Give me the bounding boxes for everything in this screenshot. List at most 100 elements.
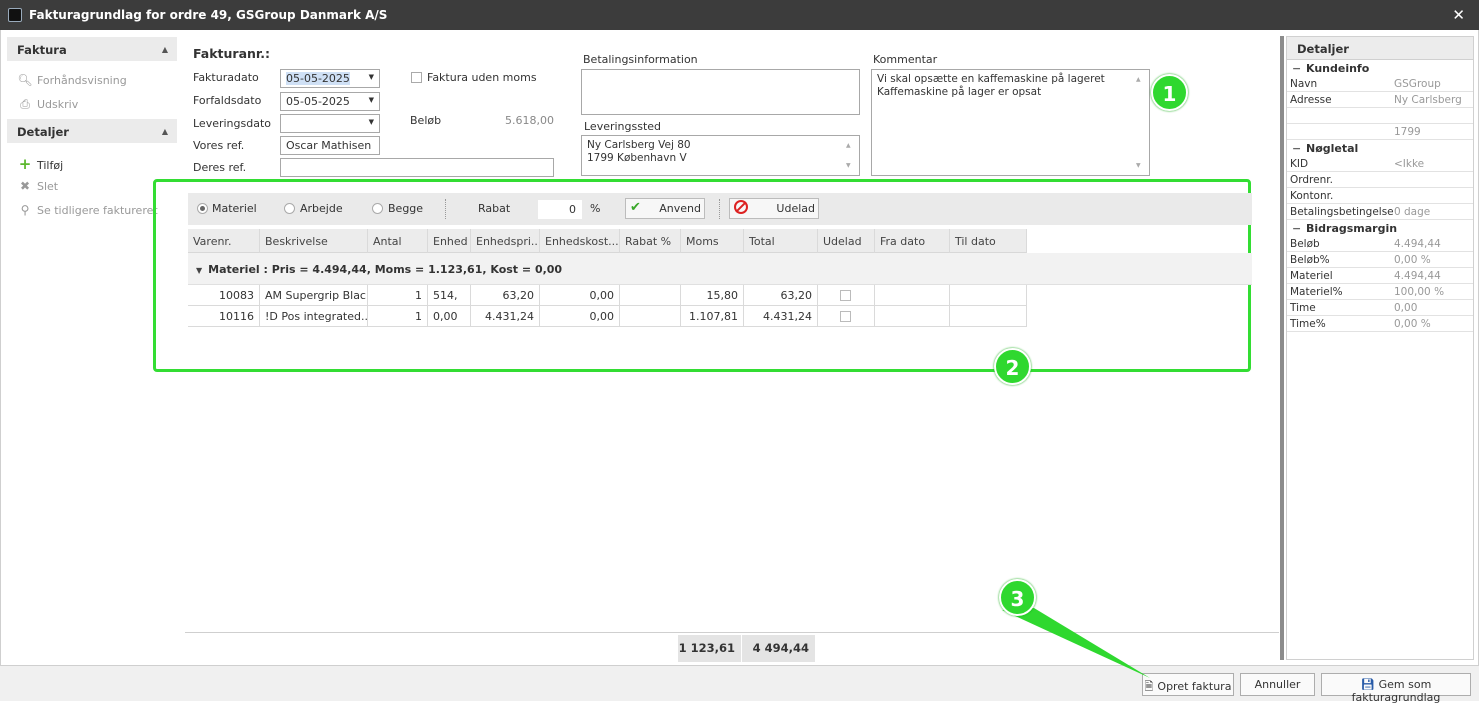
section-noegletal[interactable]: − Nøgletal <box>1287 140 1473 156</box>
cell-beskrivelse: AM Supergrip Blac... <box>260 285 368 306</box>
window-title: Fakturagrundlag for ordre 49, GSGroup Da… <box>29 8 388 22</box>
col-antal[interactable]: Antal <box>368 229 428 253</box>
opret-faktura-button[interactable]: 🗎 Opret faktura <box>1142 673 1234 696</box>
rabat-unit: % <box>590 202 601 215</box>
nav-slet[interactable]: ✖ Slet <box>7 173 177 197</box>
leveringsdato-input[interactable]: ▼ <box>280 114 380 133</box>
fakturadato-input[interactable]: 05-05-2025 ▼ <box>280 69 380 88</box>
deres-ref-input[interactable] <box>280 158 554 177</box>
close-icon[interactable]: ✕ <box>1452 6 1465 24</box>
radio-materiel[interactable] <box>197 203 208 214</box>
nav-se-tidligere[interactable]: ⚲ Se tidligere faktureret <box>7 197 177 221</box>
betalingsinfo-input[interactable] <box>581 69 860 115</box>
leveringssted-input[interactable]: Ny Carlsberg Vej 80 1799 København V ▲ ▼ <box>581 135 860 176</box>
cell-varenr: 10116 <box>188 306 260 327</box>
anvend-button[interactable]: ✔ Anvend <box>625 198 705 219</box>
vores-ref-value: Oscar Mathisen <box>286 139 372 152</box>
collapse-icon[interactable]: − <box>1292 142 1306 155</box>
scrollbar[interactable]: ▲ ▼ <box>1136 73 1144 172</box>
detail-key: Beløb <box>1290 238 1320 250</box>
nav-udskriv[interactable]: ⎙ Udskriv <box>7 91 177 115</box>
radio-begge-label: Begge <box>388 202 424 215</box>
col-total[interactable]: Total <box>744 229 818 253</box>
col-varenr[interactable]: Varenr. <box>188 229 260 253</box>
kommentar-label: Kommentar <box>873 53 938 66</box>
section-bidragsmargin-title: Bidragsmargin <box>1306 222 1398 235</box>
detail-key: Kontonr. <box>1290 190 1334 202</box>
udelad-checkbox[interactable] <box>840 290 851 301</box>
collapse-icon[interactable]: − <box>1292 62 1306 75</box>
table-row[interactable]: 10116 !D Pos integrated... 1 0,00 4.431,… <box>188 306 1027 327</box>
group-row-materiel[interactable]: ▼ Materiel : Pris = 4.494,44, Moms = 1.12… <box>188 253 1252 285</box>
col-beskrivelse[interactable]: Beskrivelse <box>260 229 368 253</box>
detail-row: Beløb 4.494,44 <box>1287 236 1473 252</box>
nav-tilfoj[interactable]: + Tilføj <box>7 149 177 173</box>
gem-fakturagrundlag-button[interactable]: 💾︎ Gem som fakturagrundlag <box>1321 673 1471 704</box>
leveringsdato-label: Leveringsdato <box>193 117 272 130</box>
col-enhed[interactable]: Enhed <box>428 229 471 253</box>
annuller-button[interactable]: Annuller <box>1240 673 1315 696</box>
cell-antal: 1 <box>368 285 428 306</box>
details-panel-title: Detaljer <box>1287 37 1473 60</box>
detail-row: Betalingsbetingelse 0 dage <box>1287 204 1473 220</box>
vores-ref-input[interactable]: Oscar Mathisen <box>280 136 380 155</box>
scrollbar[interactable]: ▲ ▼ <box>846 139 854 172</box>
cell-moms: 1.107,81 <box>681 306 744 327</box>
rabat-label: Rabat <box>478 202 511 215</box>
detail-row: Time% 0,00 % <box>1287 316 1473 332</box>
detail-key: KID <box>1290 158 1309 170</box>
col-rabat[interactable]: Rabat % <box>620 229 681 253</box>
udelad-button[interactable]: Udelad <box>729 198 819 219</box>
bottom-bar: 🗎 Opret faktura Annuller 💾︎ Gem som faktur… <box>0 666 1479 704</box>
opret-faktura-label: Opret faktura <box>1157 680 1232 693</box>
anvend-label: Anvend <box>659 202 701 215</box>
x-icon: ✖ <box>19 179 31 193</box>
lines-grid-area: Materiel Arbejde Begge Rabat 0 % ✔ Anven… <box>153 179 1252 372</box>
cell-beskrivelse: !D Pos integrated... <box>260 306 368 327</box>
betalingsinfo-label: Betalingsinformation <box>583 53 698 66</box>
annuller-label: Annuller <box>1254 678 1301 691</box>
collapse-icon[interactable]: − <box>1292 222 1306 235</box>
detail-value: Ny Carlsberg <box>1394 94 1462 106</box>
chevron-down-icon[interactable]: ▼ <box>369 96 374 104</box>
detail-key: Betalingsbetingelse <box>1290 206 1394 218</box>
col-moms[interactable]: Moms <box>681 229 744 253</box>
forfaldsdato-value: 05-05-2025 <box>286 95 350 108</box>
callout-3: 3 <box>999 579 1036 616</box>
forfaldsdato-input[interactable]: 05-05-2025 ▼ <box>280 92 380 111</box>
nav-slet-label: Slet <box>37 180 59 193</box>
kommentar-input[interactable]: Vi skal opsætte en kaffemaskine på lager… <box>871 69 1150 176</box>
splitter[interactable] <box>1280 36 1284 660</box>
group-faktura-title: Faktura <box>17 43 67 57</box>
section-kundeinfo[interactable]: − Kundeinfo <box>1287 60 1473 76</box>
col-til-dato[interactable]: Til dato <box>950 229 1027 253</box>
magnifier-icon: ⚲ <box>20 203 30 217</box>
detail-row: Adresse Ny Carlsberg <box>1287 92 1473 108</box>
section-bidragsmargin[interactable]: − Bidragsmargin <box>1287 220 1473 236</box>
col-fra-dato[interactable]: Fra dato <box>875 229 950 253</box>
printer-icon: ⎙ <box>20 97 30 111</box>
radio-begge[interactable] <box>372 203 383 214</box>
detail-row: Materiel 4.494,44 <box>1287 268 1473 284</box>
save-icon: 💾︎ <box>1360 678 1375 691</box>
chevron-down-icon[interactable]: ▼ <box>369 118 374 126</box>
rabat-input[interactable]: 0 <box>538 200 582 219</box>
table-row[interactable]: 10083 AM Supergrip Blac... 1 514, 63,20 … <box>188 285 1027 306</box>
callout-2: 2 <box>994 348 1031 385</box>
detail-value: 0 dage <box>1394 206 1431 218</box>
chevron-down-icon[interactable]: ▼ <box>369 73 374 81</box>
uden-moms-checkbox[interactable] <box>411 72 422 83</box>
expand-icon[interactable]: ▼ <box>196 266 202 275</box>
radio-arbejde[interactable] <box>284 203 295 214</box>
col-enhedskost[interactable]: Enhedskost... <box>540 229 620 253</box>
group-detaljer[interactable]: Detaljer ▲ <box>7 119 177 143</box>
nav-forhandsvisning[interactable]: 🔍︎ Forhåndsvisning <box>7 67 177 91</box>
col-enhedspris[interactable]: Enhedspri... <box>471 229 540 253</box>
group-faktura[interactable]: Faktura ▲ <box>7 37 177 61</box>
udelad-checkbox[interactable] <box>840 311 851 322</box>
collapse-icon[interactable]: ▲ <box>162 127 168 136</box>
col-udelad[interactable]: Udelad <box>818 229 875 253</box>
plus-icon: + <box>18 155 32 173</box>
cell-udelad <box>818 306 875 327</box>
collapse-icon[interactable]: ▲ <box>162 45 168 54</box>
